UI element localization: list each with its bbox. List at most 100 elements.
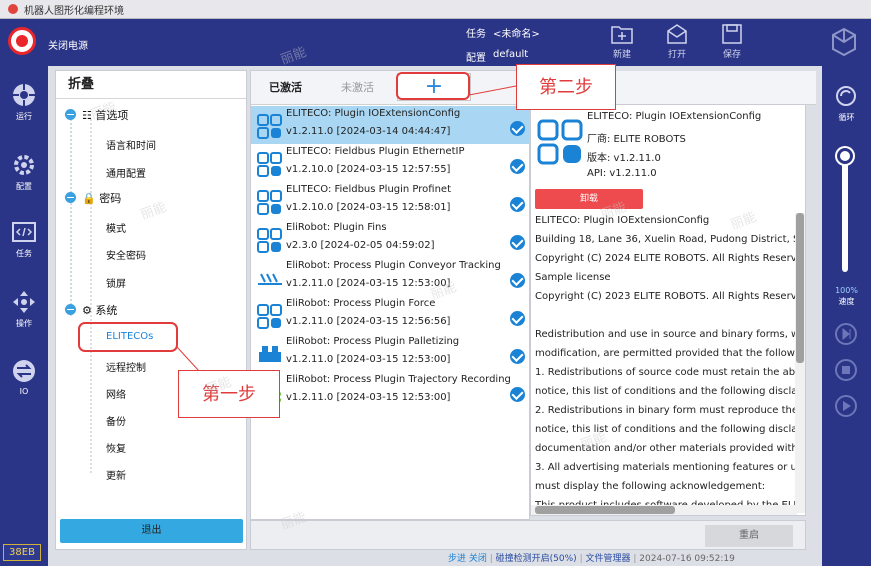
collision-status[interactable]: 碰撞检测开启(50%) [496, 554, 577, 564]
settings-tree-panel: 折叠 ☷ 首选项 语言和时间 通用配置 🔒 密码 模式 安全密码 锁屏 ⚙ 系统… [55, 70, 247, 550]
save-label: 保存 [722, 50, 741, 60]
tree-toggle-preferences[interactable] [65, 109, 76, 120]
cube-logo-icon [832, 27, 856, 57]
window-title: 机器人图形化编程环境 [24, 5, 124, 17]
tree-item-safety-password[interactable]: 安全密码 [106, 247, 146, 262]
tree-item-general-config[interactable]: 通用配置 [106, 165, 146, 180]
plugin-row[interactable]: ELITECO: Fieldbus Plugin EthernetIP v1.2.… [251, 144, 529, 182]
plugin-version: v1.2.11.0 [2024-03-15 12:53:00] [286, 392, 451, 403]
plugin-row[interactable]: EliRobot: Process Plugin Conveyor Tracki… [251, 258, 529, 296]
speed-slider-track[interactable] [842, 152, 848, 272]
step-icon[interactable] [834, 322, 858, 346]
plugin-icon [257, 228, 282, 253]
rail-io-label: IO [19, 387, 29, 396]
activated-check-icon[interactable] [510, 121, 525, 136]
tree-item-lock-screen[interactable]: 锁屏 [106, 275, 126, 290]
license-line: Building 18, Lane 36, Xuelin Road, Pudon… [535, 234, 806, 245]
left-nav-rail: 运行 配置 任务 操作 IO 38EB [0, 66, 48, 566]
loop-label: 循环 [838, 113, 855, 122]
tree-item-remote-control[interactable]: 远程控制 [106, 359, 146, 374]
rail-operate-label: 操作 [16, 319, 32, 328]
speed-label: 速度 [838, 297, 855, 306]
rail-operate[interactable]: 操作 [0, 289, 48, 329]
license-horizontal-scrollbar[interactable] [531, 505, 797, 515]
new-button[interactable]: 新建 [602, 23, 642, 60]
scroll-thumb[interactable] [796, 213, 804, 363]
plugin-version: v1.2.11.0 [2024-03-15 12:53:00] [286, 278, 451, 289]
tab-activated[interactable]: 已激活 [269, 71, 302, 105]
save-icon [722, 24, 742, 44]
plugin-version: v1.2.11.0 [2024-03-14 04:44:47] [286, 126, 451, 137]
plugin-row[interactable]: EliRobot: Plugin Fins v2.3.0 [2024-02-05 … [251, 220, 529, 258]
tree-item-backup[interactable]: 备份 [106, 413, 126, 428]
annotation-highlight-elitecos [78, 322, 178, 352]
right-control-rail: 循环 100% 速度 [822, 66, 871, 566]
gear-icon [14, 155, 34, 175]
tree-item-mode[interactable]: 模式 [106, 220, 126, 235]
conveyor-icon [258, 273, 282, 285]
license-line: notice, this list of conditions and the … [535, 424, 806, 435]
rail-run[interactable]: 运行 [0, 82, 48, 122]
save-button[interactable]: 保存 [712, 23, 752, 60]
plugin-version: v1.2.11.0 [2024-03-15 12:56:56] [286, 316, 451, 327]
h-scroll-thumb[interactable] [535, 506, 675, 514]
tree-node-system[interactable]: ⚙ 系统 [82, 302, 117, 318]
rail-run-label: 运行 [16, 112, 32, 121]
activated-check-icon[interactable] [510, 387, 525, 402]
open-button[interactable]: 打开 [657, 23, 697, 60]
tab-inactive[interactable]: 未激活 [341, 71, 374, 105]
tree-item-network[interactable]: 网络 [106, 386, 126, 401]
plugin-name: ELITECO: Plugin IOExtensionConfig [286, 108, 461, 119]
license-vertical-scrollbar[interactable] [795, 213, 805, 513]
activated-check-icon[interactable] [510, 273, 525, 288]
rail-io[interactable]: IO [0, 358, 48, 396]
tree-toggle-password[interactable] [65, 192, 76, 203]
plugin-icon [257, 190, 282, 215]
play-icon[interactable] [834, 394, 858, 418]
rail-task-label: 任务 [16, 249, 32, 258]
exit-button[interactable]: 退出 [60, 519, 243, 543]
tree-item-update[interactable]: 更新 [106, 467, 126, 482]
tree-item-language-time[interactable]: 语言和时间 [106, 137, 156, 152]
open-icon [667, 24, 687, 44]
plugin-name: ELITECO: Fieldbus Plugin EthernetIP [286, 146, 465, 157]
tree-node-password[interactable]: 🔒 密码 [82, 190, 121, 206]
plugin-row[interactable]: ELITECO: Plugin IOExtensionConfig v1.2.11… [251, 106, 529, 144]
activated-check-icon[interactable] [510, 159, 525, 174]
activated-check-icon[interactable] [510, 349, 525, 364]
license-line: modification, are permitted provided tha… [535, 348, 806, 359]
plugin-name: ELITECO: Fieldbus Plugin Profinet [286, 184, 452, 195]
loop-icon[interactable] [834, 84, 858, 108]
plugin-version: v2.3.0 [2024-02-05 04:59:02] [286, 240, 435, 251]
license-line: Copyright (C) 2023 ELITE ROBOTS. All Rig… [535, 291, 806, 302]
file-manager-link[interactable]: 文件管理器 [585, 554, 630, 564]
power-label[interactable]: 关闭电源 [48, 37, 88, 52]
plugin-row[interactable]: EliRobot: Process Plugin Trajectory Reco… [251, 372, 529, 410]
activated-check-icon[interactable] [510, 197, 525, 212]
tree-trunk-line [70, 111, 72, 316]
speed-slider-handle[interactable] [837, 148, 853, 164]
plugin-row[interactable]: EliRobot: Process Plugin Force v1.2.11.0 … [251, 296, 529, 334]
version-tag: 38EB [3, 544, 41, 561]
close-window-icon[interactable] [8, 4, 18, 14]
plugin-row[interactable]: ELITECO: Fieldbus Plugin Profinet v1.2.10… [251, 182, 529, 220]
tree-toggle-system[interactable] [65, 304, 76, 315]
activated-check-icon[interactable] [510, 311, 525, 326]
uninstall-button[interactable]: 卸载 [535, 189, 643, 209]
license-line: Copyright (C) 2024 ELITE ROBOTS. All Rig… [535, 253, 806, 264]
rail-task[interactable]: 任务 [0, 221, 48, 259]
rail-config[interactable]: 配置 [0, 152, 48, 192]
license-line: 1. Redistributions of source code must r… [535, 367, 806, 378]
step-status[interactable]: 步进 关闭 [448, 554, 487, 564]
license-line: ELITECO: Plugin IOExtensionConfig [535, 215, 710, 226]
tree-item-restore[interactable]: 恢复 [106, 440, 126, 455]
tree-collapse-header[interactable]: 折叠 [56, 71, 246, 99]
power-icon[interactable] [8, 27, 36, 55]
restart-button[interactable]: 重启 [705, 525, 793, 547]
pallet-icon [259, 346, 281, 362]
annotation-pointer-step2 [469, 85, 517, 96]
plugin-row[interactable]: EliRobot: Process Plugin Palletizing v1.2… [251, 334, 529, 372]
stop-icon[interactable] [834, 358, 858, 382]
bottom-action-bar: 重启 [250, 520, 806, 550]
activated-check-icon[interactable] [510, 235, 525, 250]
